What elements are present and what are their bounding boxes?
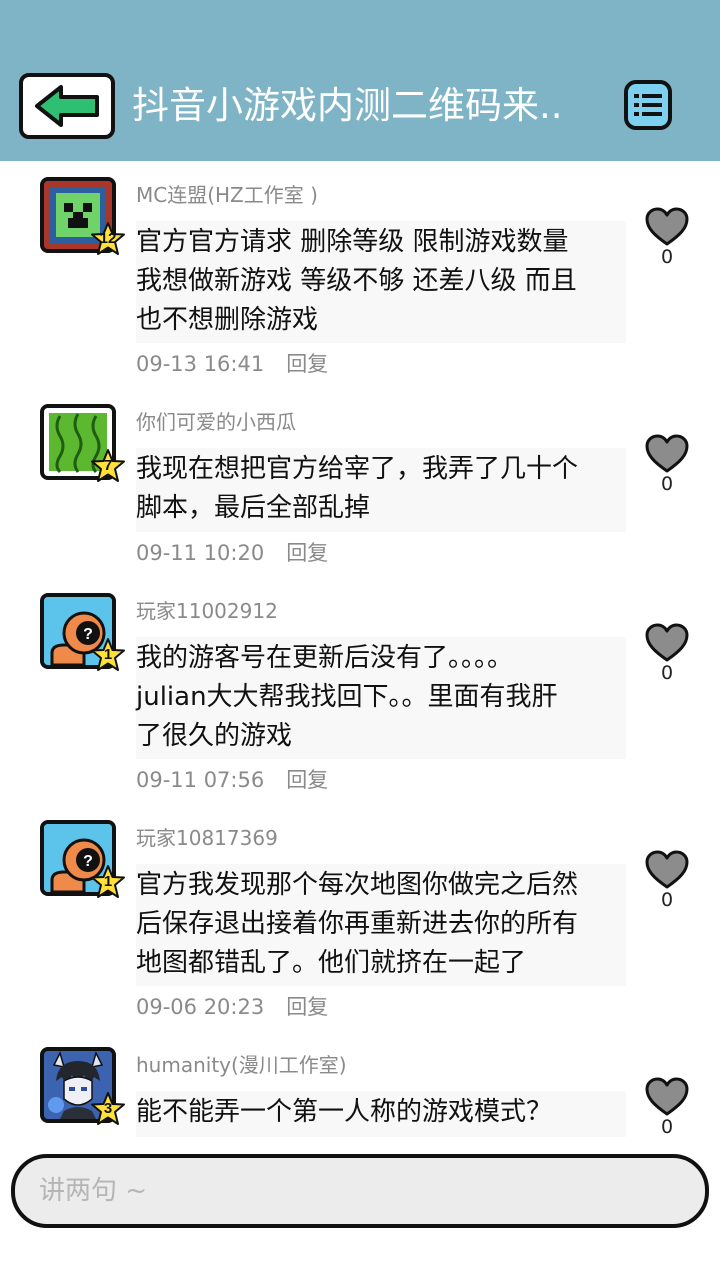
level-badge: 1 bbox=[90, 864, 126, 900]
comment-text: 官方官方请求 删除等级 限制游戏数量 我想做新游戏 等级不够 还差八级 而且 也… bbox=[136, 221, 626, 343]
level-badge: 1 bbox=[90, 637, 126, 673]
heart-icon bbox=[645, 1077, 689, 1116]
level-badge: 7 bbox=[90, 448, 126, 484]
reply-button[interactable]: 回复 bbox=[286, 541, 328, 565]
list-menu-icon bbox=[634, 94, 662, 116]
username[interactable]: humanity(漫川工作室) bbox=[136, 1050, 347, 1080]
timestamp: 09-06 20:23 bbox=[136, 995, 265, 1019]
heart-icon bbox=[645, 207, 689, 246]
top-bar: 抖音小游戏内测二维码来.. bbox=[0, 0, 720, 161]
level-badge: 3 bbox=[90, 1091, 126, 1127]
timestamp: 09-11 07:56 bbox=[136, 768, 265, 792]
comment-text: 能不能弄一个第一人称的游戏模式？ bbox=[136, 1091, 626, 1137]
comment-meta: 09-13 16:41 回复 bbox=[136, 350, 328, 378]
like-count: 0 bbox=[660, 473, 674, 495]
heart-icon bbox=[645, 850, 689, 889]
like-count: 0 bbox=[660, 246, 674, 268]
comment-text: 我的游客号在更新后没有了。。。。 julian大大帮我找回下。。里面有我肝 了很… bbox=[136, 637, 626, 759]
avatar[interactable]: ? 1 bbox=[40, 593, 125, 675]
timestamp: 09-11 10:20 bbox=[136, 541, 265, 565]
app-screen: 抖音小游戏内测二维码来.. 12 MC连盟(HZ工作室) 官方官方请求 删除等… bbox=[0, 0, 720, 1280]
username[interactable]: 玩家10817369 bbox=[136, 823, 278, 853]
like-button[interactable]: 0 bbox=[644, 207, 690, 267]
level-number: 12 bbox=[99, 230, 117, 247]
comment-meta: 09-11 07:56 回复 bbox=[136, 766, 328, 794]
avatar[interactable]: ? 1 bbox=[40, 820, 125, 902]
username[interactable]: 你们可爱的小西瓜 bbox=[136, 407, 296, 437]
avatar[interactable]: 12 bbox=[40, 177, 125, 259]
like-button[interactable]: 0 bbox=[644, 623, 690, 683]
like-count: 0 bbox=[660, 662, 674, 684]
level-number: 3 bbox=[103, 1100, 113, 1117]
like-button[interactable]: 0 bbox=[644, 1077, 690, 1137]
reply-button[interactable]: 回复 bbox=[286, 352, 328, 376]
username[interactable]: 玩家11002912 bbox=[136, 596, 278, 626]
like-count: 0 bbox=[660, 889, 674, 911]
menu-button[interactable] bbox=[624, 80, 672, 130]
like-button[interactable]: 0 bbox=[644, 850, 690, 910]
level-number: 1 bbox=[103, 646, 113, 663]
comment-text: 官方我发现那个每次地图你做完之后然 后保存退出接着你再重新进去你的所有 地图都错… bbox=[136, 864, 626, 986]
heart-icon bbox=[645, 623, 689, 662]
like-button[interactable]: 0 bbox=[644, 434, 690, 494]
heart-icon bbox=[645, 434, 689, 473]
page-title: 抖音小游戏内测二维码来.. bbox=[132, 84, 563, 127]
reply-button[interactable]: 回复 bbox=[286, 995, 328, 1019]
username[interactable]: MC连盟(HZ工作室 ) bbox=[136, 180, 318, 210]
back-button[interactable] bbox=[19, 73, 115, 139]
level-number: 7 bbox=[103, 457, 113, 474]
comment-meta: 09-06 20:23 回复 bbox=[136, 993, 328, 1021]
comment-input-bar[interactable] bbox=[11, 1154, 709, 1228]
back-arrow-icon bbox=[35, 85, 99, 127]
comment-list[interactable]: 12 MC连盟(HZ工作室 ) 官方官方请求 删除等级 限制游戏数量 我想做新游… bbox=[0, 161, 720, 1141]
comment-input[interactable] bbox=[39, 1168, 679, 1214]
like-count: 0 bbox=[660, 1116, 674, 1138]
timestamp: 09-13 16:41 bbox=[136, 352, 265, 376]
comment-meta: 09-11 10:20 回复 bbox=[136, 539, 328, 567]
level-badge: 12 bbox=[90, 221, 126, 257]
comment-text: 我现在想把官方给宰了，我弄了几十个 脚本，最后全部乱掉 bbox=[136, 448, 626, 532]
reply-button[interactable]: 回复 bbox=[286, 768, 328, 792]
avatar[interactable]: 7 bbox=[40, 404, 125, 486]
avatar[interactable]: 3 bbox=[40, 1047, 125, 1129]
level-number: 1 bbox=[103, 873, 113, 890]
